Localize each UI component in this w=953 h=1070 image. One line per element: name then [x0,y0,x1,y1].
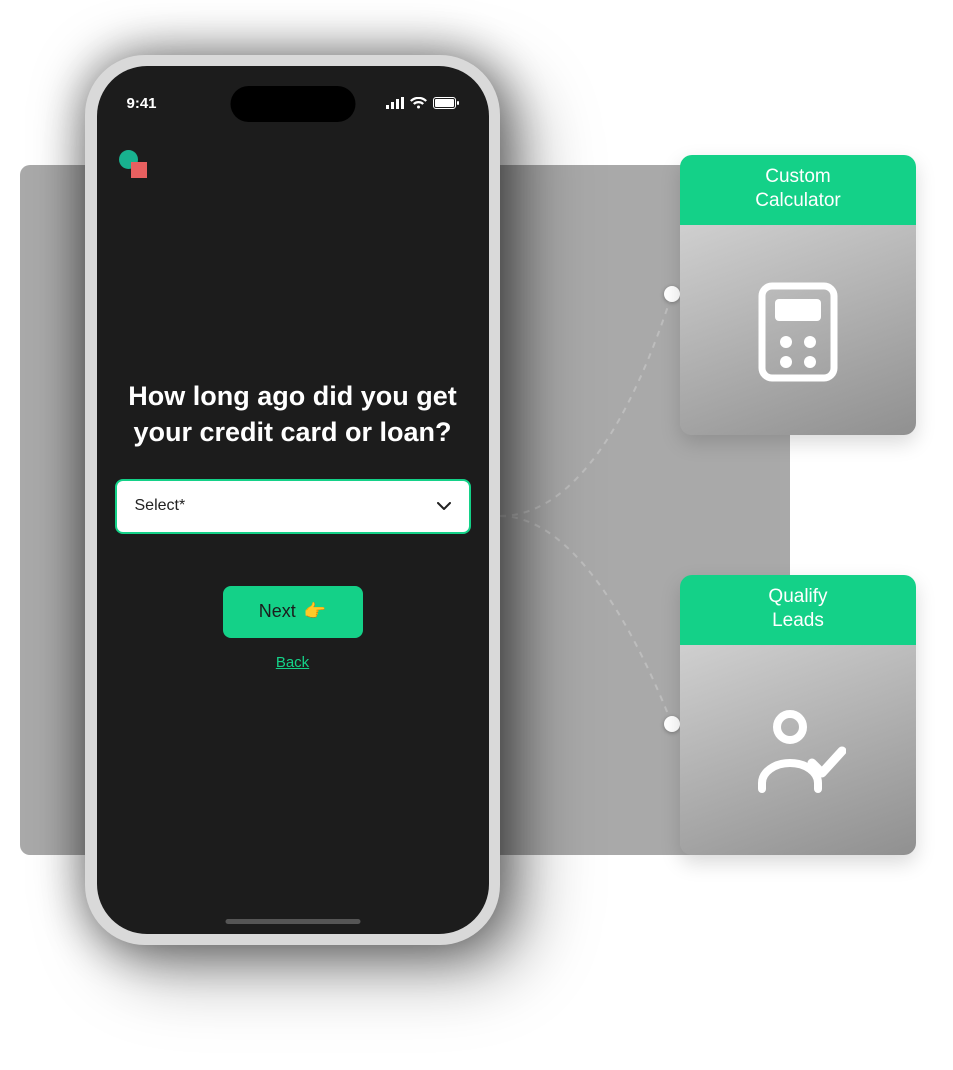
chevron-down-icon [437,502,451,510]
connector-node [664,286,680,302]
phone-notch [230,86,355,122]
connector-node [664,716,680,732]
card-custom-calculator: Custom Calculator [680,155,916,435]
home-indicator [225,919,360,924]
question-heading: How long ago did you get your credit car… [115,378,471,451]
phone-mockup: 9:41 How long ago did you get your credi… [85,55,500,945]
calculator-icon [758,282,838,382]
card-title-line: Custom [680,165,916,189]
app-content: How long ago did you get your credit car… [97,146,489,904]
status-time: 9:41 [127,95,157,112]
person-check-icon [750,707,846,797]
wifi-icon [410,97,427,109]
next-button-label: Next [259,601,296,622]
back-link[interactable]: Back [276,654,309,671]
card-qualify-leads: Qualify Leads [680,575,916,855]
card-title-line: Leads [680,609,916,633]
card-header: Qualify Leads [680,575,916,645]
next-button[interactable]: Next 👉 [223,586,363,638]
select-placeholder: Select* [135,497,186,515]
duration-select[interactable]: Select* [115,479,471,534]
card-body [680,225,916,436]
card-title-line: Calculator [680,189,916,213]
app-logo [119,150,147,178]
card-body [680,645,916,856]
pointing-hand-icon: 👉 [304,601,326,622]
cellular-icon [386,97,404,109]
status-indicators [386,97,459,109]
card-header: Custom Calculator [680,155,916,225]
battery-icon [433,97,459,109]
phone-screen: 9:41 How long ago did you get your credi… [97,66,489,934]
card-title-line: Qualify [680,585,916,609]
